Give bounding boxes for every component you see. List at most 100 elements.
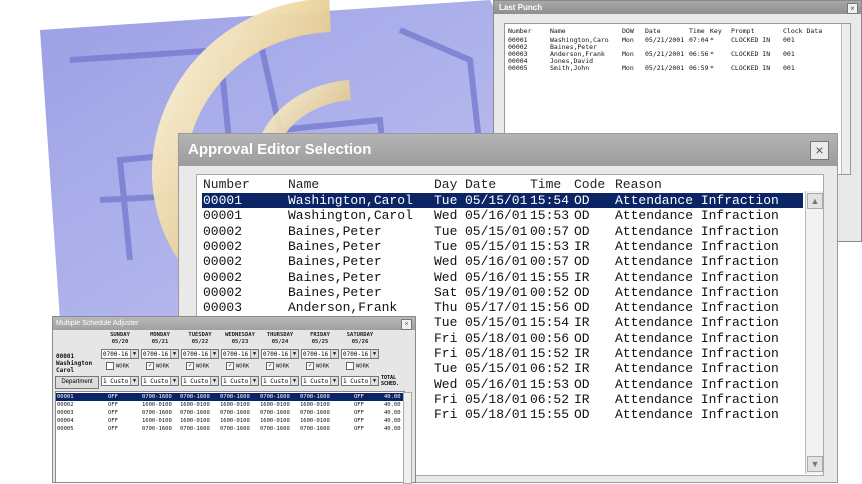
checkbox-box[interactable]: [346, 362, 354, 370]
cell: IR: [574, 391, 590, 407]
shift-select[interactable]: 0700-16 ▼: [301, 349, 339, 359]
column-header-reason: Reason: [615, 177, 662, 192]
cell: 00002: [57, 402, 74, 408]
cell: Attendance Infraction: [615, 238, 779, 254]
department-select[interactable]: 1 Custo ▼: [181, 376, 219, 386]
work-checkbox[interactable]: ✓ WORK: [146, 362, 169, 371]
work-checkbox[interactable]: ✓ WORK: [186, 362, 209, 371]
chevron-down-icon[interactable]: ▼: [170, 377, 178, 385]
column-header-code: Code: [574, 177, 606, 192]
check-icon[interactable]: ✓: [266, 362, 274, 370]
cell: 00:57: [530, 223, 570, 239]
chevron-down-icon[interactable]: ▼: [210, 377, 218, 385]
chevron-down-icon[interactable]: ▼: [370, 377, 378, 385]
scroll-up-icon[interactable]: ▲: [807, 193, 823, 209]
department-select[interactable]: 1 Custo ▼: [101, 376, 139, 386]
list-item[interactable]: 00005 Smith,John Mon 05/21/2001 06:59 * CLOCKE…: [505, 64, 840, 72]
chevron-down-icon[interactable]: ▼: [370, 350, 378, 358]
table-row[interactable]: 00002 Baines,Peter Tue 05/15/01 00:57 OD Atten…: [202, 224, 803, 239]
window-title: Multiple Schedule Adjuster: [56, 320, 139, 327]
day-header: SUNDAY 05/20: [100, 332, 140, 346]
chevron-down-icon[interactable]: ▼: [130, 377, 138, 385]
cell: 1600-0100: [180, 418, 210, 424]
close-icon[interactable]: ×: [401, 319, 412, 330]
department-select[interactable]: 1 Custo ▼: [341, 376, 379, 386]
scroll-down-icon[interactable]: ▼: [807, 456, 823, 472]
check-icon[interactable]: ✓: [226, 362, 234, 370]
last-punch-titlebar[interactable]: Last Punch: [494, 1, 861, 14]
chevron-down-icon[interactable]: ▼: [130, 350, 138, 358]
shift-select[interactable]: 0700-16 ▼: [181, 349, 219, 359]
cell: 05/18/01: [465, 330, 528, 346]
table-row[interactable]: 00004 OFF 1600-0100 1600-0100 1600-0100 1600-…: [56, 417, 404, 425]
list-item[interactable]: 00001 Washington,Caro Mon 05/21/2001 07:04 * C…: [505, 36, 840, 44]
table-row[interactable]: 00005 OFF 0700-1600 0700-1600 0700-1600 0700-…: [56, 425, 404, 433]
check-icon[interactable]: ✓: [306, 362, 314, 370]
chevron-down-icon[interactable]: ▼: [250, 377, 258, 385]
cell: Sat: [434, 284, 458, 300]
cell: Washington,Carol: [288, 193, 413, 208]
chevron-down-icon[interactable]: ▼: [210, 350, 218, 358]
department-select[interactable]: 1 Custo ▼: [301, 376, 339, 386]
scrollbar[interactable]: [841, 24, 850, 174]
list-item[interactable]: 00002 Baines,Peter: [505, 43, 840, 51]
department-select[interactable]: 1 Custo ▼: [141, 376, 179, 386]
cell: IR: [574, 269, 590, 285]
check-icon[interactable]: ✓: [146, 362, 154, 370]
shift-select[interactable]: 0700-16 ▼: [141, 349, 179, 359]
cell: 1600-0100: [260, 402, 290, 408]
day-date: 05/23: [231, 339, 249, 345]
cell: OD: [574, 300, 590, 316]
work-label: WORK: [276, 363, 290, 370]
work-checkbox[interactable]: ✓ WORK: [226, 362, 249, 371]
shift-select[interactable]: 0700-16 ▼: [221, 349, 259, 359]
table-row[interactable]: 00002 Baines,Peter Sat 05/19/01 00:52 OD Atten…: [202, 285, 803, 300]
department-select[interactable]: 1 Custo ▼: [221, 376, 259, 386]
work-checkbox[interactable]: WORK: [106, 362, 129, 371]
cell: OD: [574, 193, 590, 208]
list-item[interactable]: 00003 Anderson,Frank Mon 05/21/2001 06:56 * CL…: [505, 50, 840, 58]
scrollbar[interactable]: ▲ ▼: [805, 191, 823, 474]
table-row[interactable]: 00003 OFF 0700-1600 0700-1600 0700-1600 0700-…: [56, 409, 404, 417]
close-icon[interactable]: ×: [847, 3, 858, 14]
cell: 15:52: [530, 346, 570, 361]
chevron-down-icon[interactable]: ▼: [330, 350, 338, 358]
work-checkbox[interactable]: ✓ WORK: [306, 362, 329, 371]
chevron-down-icon[interactable]: ▼: [170, 350, 178, 358]
scrollbar[interactable]: [403, 392, 412, 484]
chevron-down-icon[interactable]: ▼: [330, 377, 338, 385]
close-icon[interactable]: ×: [810, 141, 829, 160]
chevron-down-icon[interactable]: ▼: [290, 350, 298, 358]
schedule-adjuster-titlebar[interactable]: Multiple Schedule Adjuster: [53, 317, 415, 330]
chevron-down-icon[interactable]: ▼: [290, 377, 298, 385]
table-row[interactable]: 00001 OFF 0700-1600 0700-1600 0700-1600 0700-…: [56, 393, 404, 401]
table-row[interactable]: 00001 Washington,Carol Wed 05/16/01 15:53 OD A…: [202, 208, 803, 223]
checkbox-box[interactable]: [106, 362, 114, 370]
table-row[interactable]: 00002 Baines,Peter Wed 05/16/01 00:57 OD Atten…: [202, 254, 803, 269]
approval-editor-titlebar[interactable]: Approval Editor Selection: [179, 134, 837, 166]
work-checkbox[interactable]: WORK: [346, 362, 369, 371]
cell: Baines,Peter: [288, 254, 382, 270]
table-row[interactable]: 00001 Washington,Carol Tue 05/15/01 15:54 OD A…: [202, 193, 803, 208]
department-select[interactable]: 1 Custo ▼: [261, 376, 299, 386]
cell: OD: [574, 330, 590, 346]
shift-select[interactable]: 0700-16 ▼: [261, 349, 299, 359]
list-item[interactable]: 00004 Jones,David: [505, 57, 840, 65]
cell: OD: [574, 208, 590, 224]
cell: OD: [574, 254, 590, 270]
check-icon[interactable]: ✓: [186, 362, 194, 370]
table-row[interactable]: 00002 Baines,Peter Wed 05/16/01 15:55 IR Atten…: [202, 270, 803, 285]
department-button[interactable]: Department: [55, 376, 99, 389]
cell: Attendance Infraction: [615, 284, 779, 300]
table-row[interactable]: 00002 Baines,Peter Tue 05/15/01 15:53 IR Atten…: [202, 239, 803, 254]
chevron-down-icon[interactable]: ▼: [250, 350, 258, 358]
shift-select[interactable]: 0700-16 ▼: [101, 349, 139, 359]
shift-value: 0700-16: [143, 351, 169, 358]
cell: IR: [574, 315, 590, 331]
shift-select[interactable]: 0700-16 ▼: [341, 349, 379, 359]
cell: OD: [574, 407, 590, 423]
work-label: WORK: [356, 363, 370, 370]
table-row[interactable]: 00003 Anderson,Frank Thu 05/17/01 15:56 OD Att…: [202, 300, 803, 315]
work-checkbox[interactable]: ✓ WORK: [266, 362, 289, 371]
table-row[interactable]: 00002 OFF 1600-0100 1600-0100 1600-0100 1600-…: [56, 401, 404, 409]
